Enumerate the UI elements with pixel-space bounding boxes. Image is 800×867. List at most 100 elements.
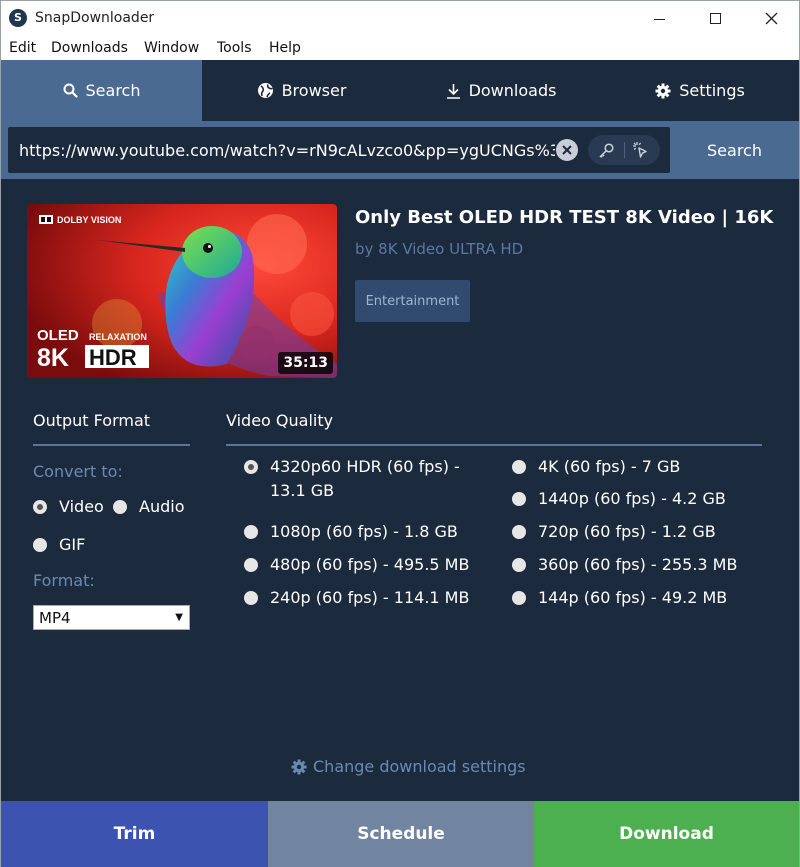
minimize-icon bbox=[654, 19, 665, 20]
url-input[interactable] bbox=[19, 127, 555, 173]
quality-option-label: 4320p60 HDR (60 fps) - 13.1 GB bbox=[270, 457, 460, 500]
quality-option[interactable]: 480p (60 fps) - 495.5 MB bbox=[244, 553, 469, 577]
thumb-dolby-text: DOLBY VISION bbox=[57, 215, 121, 225]
radio-quality[interactable] bbox=[512, 525, 526, 539]
convert-to-label: Convert to: bbox=[33, 462, 123, 481]
radio-quality[interactable] bbox=[244, 558, 258, 572]
quality-option[interactable]: 240p (60 fps) - 114.1 MB bbox=[244, 586, 469, 610]
convert-video-option[interactable]: Video bbox=[33, 495, 104, 519]
url-field-container bbox=[8, 127, 670, 173]
convert-audio-label: Audio bbox=[139, 497, 185, 516]
radio-gif[interactable] bbox=[33, 538, 47, 552]
convert-gif-label: GIF bbox=[59, 535, 86, 554]
quality-option[interactable]: 4K (60 fps) - 7 GB bbox=[512, 455, 680, 479]
output-format-heading: Output Format bbox=[33, 411, 151, 430]
radio-quality[interactable] bbox=[512, 591, 526, 605]
menu-bar: Edit Downloads Window Tools Help bbox=[1, 36, 799, 60]
menu-window[interactable]: Window bbox=[144, 40, 199, 56]
tab-settings-label: Settings bbox=[679, 81, 745, 100]
quality-option[interactable]: 4320p60 HDR (60 fps) - 13.1 GB bbox=[244, 455, 484, 503]
minimize-button[interactable] bbox=[631, 1, 687, 36]
title-bar: S SnapDownloader bbox=[1, 1, 799, 36]
thumb-relaxation-text: RELAXATION bbox=[89, 332, 147, 342]
trim-button[interactable]: Trim bbox=[1, 801, 268, 867]
window-title: SnapDownloader bbox=[35, 10, 155, 26]
menu-edit[interactable]: Edit bbox=[9, 40, 36, 56]
download-button[interactable]: Download bbox=[534, 801, 799, 867]
quality-option[interactable]: 1440p (60 fps) - 4.2 GB bbox=[512, 487, 726, 511]
radio-quality[interactable] bbox=[244, 591, 258, 605]
menu-downloads[interactable]: Downloads bbox=[51, 40, 128, 56]
video-thumbnail: DOLBY VISION OLED RELAXATION 8K HDR 35:1… bbox=[27, 204, 337, 378]
maximize-button[interactable] bbox=[687, 1, 743, 36]
radio-video[interactable] bbox=[33, 500, 47, 514]
url-bar: Search bbox=[1, 121, 799, 179]
tools-divider bbox=[624, 142, 625, 158]
menu-help[interactable]: Help bbox=[269, 40, 301, 56]
gear-icon bbox=[655, 83, 671, 98]
format-select[interactable]: MP4 ▼ bbox=[33, 605, 190, 630]
video-quality-divider bbox=[226, 444, 762, 446]
globe-icon bbox=[257, 83, 273, 98]
quality-option[interactable]: 360p (60 fps) - 255.3 MB bbox=[512, 553, 737, 577]
close-button[interactable] bbox=[743, 1, 799, 36]
thumb-8k-text: 8K bbox=[37, 344, 69, 372]
change-settings-label: Change download settings bbox=[313, 757, 526, 776]
clear-icon bbox=[562, 145, 572, 155]
radio-quality[interactable] bbox=[512, 492, 526, 506]
category-badge: Entertainment bbox=[355, 280, 470, 322]
quality-option-label: 480p (60 fps) - 495.5 MB bbox=[270, 555, 470, 574]
tab-browser[interactable]: Browser bbox=[202, 60, 401, 121]
tab-downloads-label: Downloads bbox=[468, 81, 557, 100]
magic-click-icon[interactable] bbox=[632, 141, 650, 159]
quality-option-label: 144p (60 fps) - 49.2 MB bbox=[538, 588, 728, 607]
thumb-oled-text: OLED bbox=[37, 327, 79, 344]
app-window: S SnapDownloader Edit Downloads Window T… bbox=[0, 0, 800, 867]
url-tools bbox=[588, 135, 660, 165]
download-icon bbox=[446, 83, 460, 99]
quality-option[interactable]: 144p (60 fps) - 49.2 MB bbox=[512, 586, 727, 610]
video-duration: 35:13 bbox=[278, 352, 333, 374]
schedule-button[interactable]: Schedule bbox=[268, 801, 534, 867]
tab-downloads[interactable]: Downloads bbox=[401, 60, 601, 121]
menu-tools[interactable]: Tools bbox=[217, 40, 252, 56]
quality-option[interactable]: 720p (60 fps) - 1.2 GB bbox=[512, 520, 716, 544]
close-icon bbox=[765, 12, 778, 25]
video-title: Only Best OLED HDR TEST 8K Video | 16K H… bbox=[355, 207, 775, 228]
chevron-down-icon: ▼ bbox=[175, 612, 183, 623]
tab-browser-label: Browser bbox=[281, 81, 347, 100]
app-logo-icon: S bbox=[9, 9, 27, 27]
change-download-settings-link[interactable]: Change download settings bbox=[291, 757, 526, 776]
quality-option[interactable]: 1080p (60 fps) - 1.8 GB bbox=[244, 520, 458, 544]
quality-option-label: 1440p (60 fps) - 4.2 GB bbox=[538, 489, 726, 508]
tab-bar: Search Browser Downloads Settings bbox=[1, 60, 799, 121]
radio-quality[interactable] bbox=[512, 558, 526, 572]
format-select-value: MP4 bbox=[39, 609, 71, 627]
quality-option-label: 4K (60 fps) - 7 GB bbox=[538, 457, 681, 476]
convert-video-label: Video bbox=[59, 497, 104, 516]
maximize-icon bbox=[710, 13, 721, 24]
tab-search-label: Search bbox=[85, 81, 141, 100]
video-channel: by 8K Video ULTRA HD bbox=[355, 240, 524, 258]
convert-gif-option[interactable]: GIF bbox=[33, 533, 85, 557]
radio-quality[interactable] bbox=[244, 460, 258, 474]
thumb-hdr-text: HDR bbox=[89, 345, 137, 370]
quality-option-label: 360p (60 fps) - 255.3 MB bbox=[538, 555, 738, 574]
output-format-divider bbox=[33, 444, 190, 446]
video-quality-heading: Video Quality bbox=[226, 411, 334, 430]
format-label: Format: bbox=[33, 571, 95, 590]
quality-option-label: 1080p (60 fps) - 1.8 GB bbox=[270, 522, 458, 541]
quality-option-label: 240p (60 fps) - 114.1 MB bbox=[270, 588, 470, 607]
tab-search[interactable]: Search bbox=[1, 60, 202, 121]
convert-audio-option[interactable]: Audio bbox=[113, 495, 184, 519]
tab-settings[interactable]: Settings bbox=[601, 60, 799, 121]
search-button[interactable]: Search bbox=[670, 121, 799, 179]
search-icon bbox=[63, 83, 78, 98]
radio-quality[interactable] bbox=[244, 525, 258, 539]
radio-quality[interactable] bbox=[512, 460, 526, 474]
radio-audio[interactable] bbox=[113, 500, 127, 514]
gear-icon bbox=[291, 759, 307, 774]
quality-option-label: 720p (60 fps) - 1.2 GB bbox=[538, 522, 716, 541]
key-icon[interactable] bbox=[598, 142, 615, 159]
clear-url-button[interactable] bbox=[556, 139, 578, 161]
